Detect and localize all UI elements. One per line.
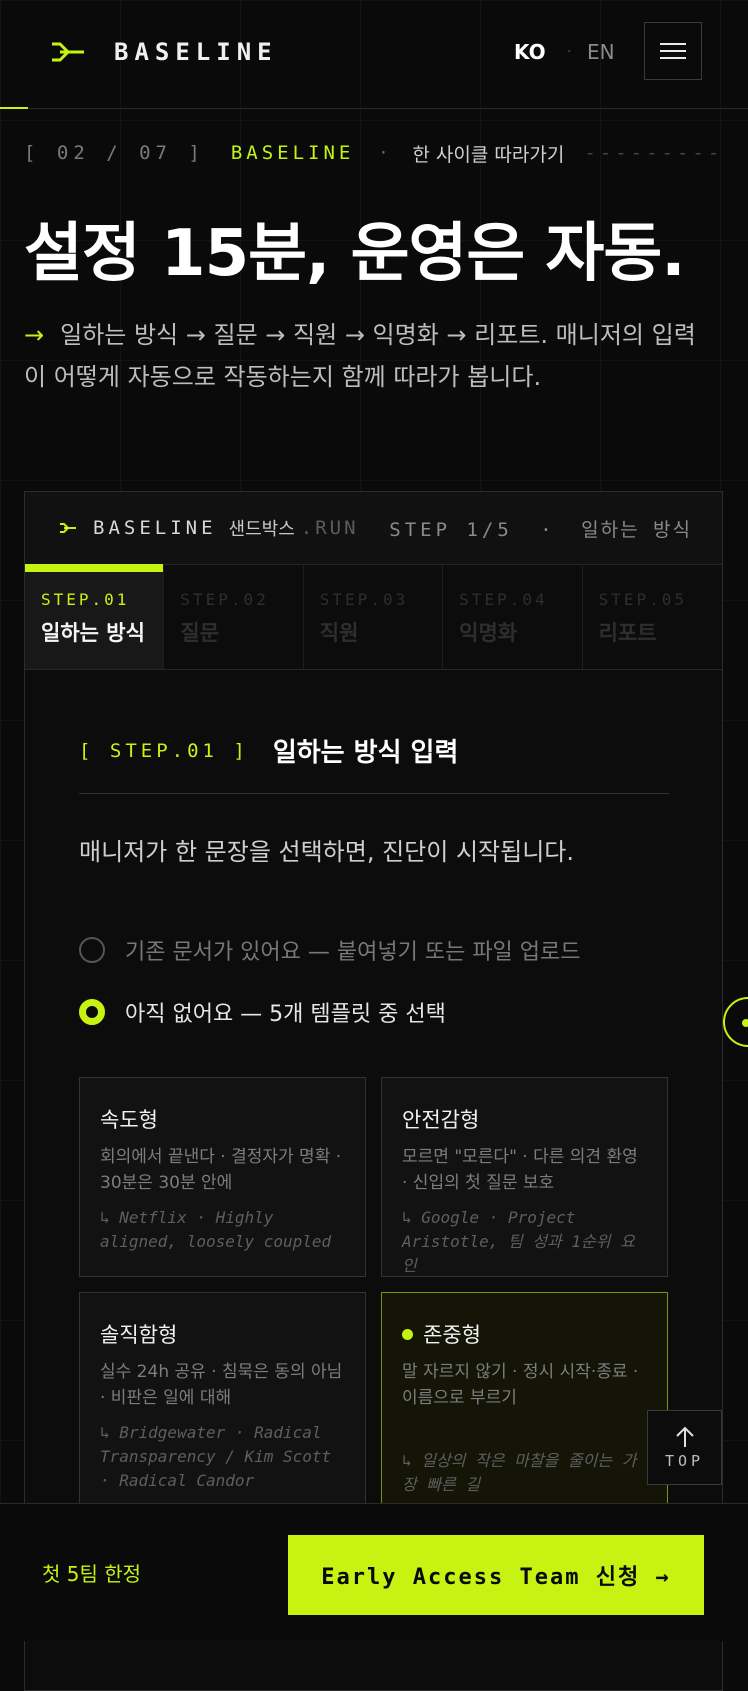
tab-step-02[interactable]: STEP.02 질문 <box>164 564 304 669</box>
limited-note: 첫 5팀 한정 <box>42 1562 142 1586</box>
step-tabs: STEP.01 일하는 방식 STEP.02 질문 STEP.03 직원 STE… <box>25 564 722 670</box>
lang-ko-link[interactable]: KO <box>514 40 546 64</box>
tab-number: STEP.05 <box>598 590 687 609</box>
template-name: 속도형 <box>100 1108 158 1132</box>
template-name-row: 존중형 <box>402 1319 647 1349</box>
header-accent-line <box>0 107 28 109</box>
template-reference: ↳ 일상의 작은 마찰을 줄이는 가장 빠른 길 <box>402 1451 637 1494</box>
tab-step-05[interactable]: STEP.05 리포트 <box>583 564 722 669</box>
template-name: 솔직함형 <box>100 1323 178 1347</box>
step-title: 일하는 방식 입력 <box>272 738 459 768</box>
template-name: 존중형 <box>423 1323 481 1347</box>
step-indicator: STEP 1/5 · 일하는 방식 <box>389 515 692 542</box>
logo-text: BASELINE <box>114 38 278 66</box>
step-tag: [ STEP.01 ] <box>79 739 249 762</box>
template-description: 말 자르지 않기 · 정시 시작·종료 · 이름으로 부르기 <box>402 1362 639 1408</box>
early-access-button[interactable]: Early Access Team 신청 → <box>288 1535 704 1615</box>
template-reference: ↳ Bridgewater · Radical Transparency / K… <box>100 1423 332 1490</box>
step-description: 매니저가 한 문장을 선택하면, 진단이 시작됩니다. <box>79 838 575 866</box>
lang-separator: · <box>567 44 572 60</box>
sandbox-run: .RUN <box>300 517 359 539</box>
crumb-dot: · <box>380 142 387 164</box>
hamburger-icon <box>660 43 686 45</box>
template-description: 실수 24h 공유 · 침묵은 동의 아님 · 비판은 일에 대해 <box>100 1362 343 1408</box>
option-choose-template[interactable]: 아직 없어요 — 5개 템플릿 중 선택 <box>79 996 446 1028</box>
tab-label: 일하는 방식 <box>41 621 145 645</box>
tab-number: STEP.02 <box>180 590 269 609</box>
section-title: 한 사이클 따라가기 <box>412 143 565 166</box>
hero-description-text: 일하는 방식 → 질문 → 직원 → 익명화 → 리포트. 매니저의 입력이 어… <box>24 321 696 391</box>
sandbox-brand: BASELINE <box>93 517 217 539</box>
option-label: 기존 문서가 있어요 — 붙여넣기 또는 파일 업로드 <box>125 940 581 965</box>
template-card-respect[interactable]: 존중형 말 자르지 않기 · 정시 시작·종료 · 이름으로 부르기 ↳ 일상의… <box>381 1292 668 1522</box>
option-label: 아직 없어요 — 5개 템플릿 중 선택 <box>125 1002 446 1027</box>
arrow-right-icon: → <box>24 321 45 349</box>
tab-number: STEP.04 <box>459 590 548 609</box>
baseline-logo-icon <box>52 42 84 62</box>
radio-unselected-icon[interactable] <box>79 937 105 963</box>
option-existing-docs[interactable]: 기존 문서가 있어요 — 붙여넣기 또는 파일 업로드 <box>79 934 581 966</box>
template-card-safety[interactable]: 안전감형 모르면 "모른다" · 다른 의견 환영 · 신입의 첫 질문 보호 … <box>381 1077 668 1277</box>
step-count: STEP 1/5 <box>389 518 513 541</box>
page-title: 설정 15분, 운영은 자동. <box>24 217 686 291</box>
lang-en-link[interactable]: EN <box>587 40 615 64</box>
selected-dot-icon <box>402 1328 413 1340</box>
tab-label: 직원 <box>319 621 359 645</box>
hero-description: → 일하는 방식 → 질문 → 직원 → 익명화 → 리포트. 매니저의 입력이 … <box>24 314 714 398</box>
step-heading: [ STEP.01 ] 일하는 방식 입력 <box>79 732 458 769</box>
logo[interactable]: BASELINE <box>50 38 278 66</box>
step-indicator-label: 일하는 방식 <box>581 518 692 541</box>
sandbox-header: BASELINE 샌드박스 .RUN STEP 1/5 · 일하는 방식 <box>25 492 722 565</box>
section-breadcrumb: [ 02 / 07 ] BASELINE · 한 사이클 따라가기 ------… <box>24 138 724 168</box>
bottom-bar: 첫 5팀 한정 Early Access Team 신청 → <box>0 1503 748 1641</box>
menu-button[interactable] <box>644 22 702 80</box>
tab-label: 리포트 <box>598 621 657 645</box>
tab-label: 질문 <box>180 621 220 645</box>
top-label: TOP <box>664 1451 705 1470</box>
baseline-logo-icon <box>60 523 76 533</box>
template-reference: ↳ Netflix · Highly aligned, loosely coup… <box>100 1208 332 1251</box>
tab-number: STEP.01 <box>41 590 130 609</box>
section-brand: BASELINE <box>230 142 355 164</box>
tab-step-01[interactable]: STEP.01 일하는 방식 <box>25 564 165 669</box>
arrow-up-icon <box>675 1426 694 1447</box>
step-dot: · <box>540 518 554 541</box>
side-scroll-knob[interactable] <box>723 997 748 1047</box>
tab-step-04[interactable]: STEP.04 익명화 <box>443 564 583 669</box>
tab-label: 익명화 <box>459 621 518 645</box>
scroll-top-button[interactable]: TOP <box>647 1410 722 1485</box>
template-reference: ↳ Google · Project Aristotle, 팀 성과 1순위 요… <box>402 1208 635 1275</box>
site-header: BASELINE KO · EN <box>0 0 748 109</box>
template-description: 모르면 "모른다" · 다른 의견 환영 · 신입의 첫 질문 보호 <box>402 1147 638 1193</box>
radio-selected-icon[interactable] <box>79 999 105 1025</box>
tab-number: STEP.03 <box>319 590 409 609</box>
tab-step-03[interactable]: STEP.03 직원 <box>304 564 444 669</box>
step-divider <box>79 793 669 794</box>
template-name: 안전감형 <box>402 1108 480 1132</box>
template-description: 회의에서 끝낸다 · 결정자가 명확 · 30분은 30분 안에 <box>100 1147 342 1193</box>
template-card-speed[interactable]: 속도형 회의에서 끝낸다 · 결정자가 명확 · 30분은 30분 안에 ↳ N… <box>79 1077 366 1277</box>
section-index: [ 02 / 07 ] <box>24 142 205 164</box>
template-card-candor[interactable]: 솔직함형 실수 24h 공유 · 침묵은 동의 아님 · 비판은 일에 대해 ↳… <box>79 1292 366 1522</box>
crumb-dashes: --------- <box>584 142 724 164</box>
sandbox-label: 샌드박스 <box>228 519 295 540</box>
